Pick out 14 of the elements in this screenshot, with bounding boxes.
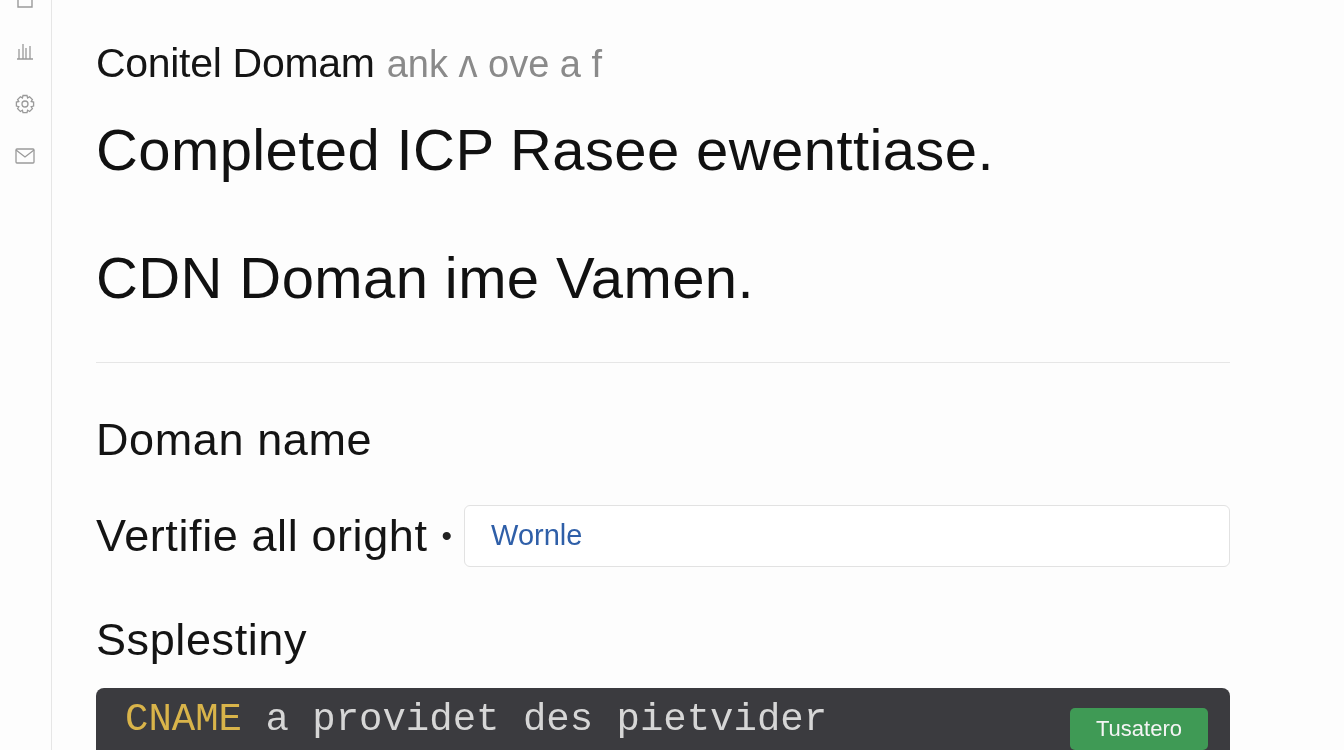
required-mark: •: [441, 517, 453, 554]
copy-button[interactable]: Tusatero: [1070, 707, 1208, 750]
field-label: Vertifie all oright: [96, 511, 428, 560]
gear-icon[interactable]: [14, 94, 35, 114]
bar-chart-icon[interactable]: [15, 42, 34, 60]
breadcrumb-subtitle: ank ʌ ove a f: [386, 42, 603, 86]
breadcrumb-title: Conitel Domam: [96, 41, 375, 85]
mail-icon[interactable]: [14, 148, 35, 164]
section-title: Doman name: [96, 415, 374, 464]
section-title: Ssplestiny: [96, 615, 309, 664]
page-heading: CDN Doman ime Vamen.: [96, 246, 755, 310]
page-heading: Completed ICP Rasee ewenttiase.: [96, 118, 995, 182]
code-text: CNAME a providet des pietvider: [125, 697, 828, 742]
input-field[interactable]: Wornle: [464, 504, 1230, 567]
